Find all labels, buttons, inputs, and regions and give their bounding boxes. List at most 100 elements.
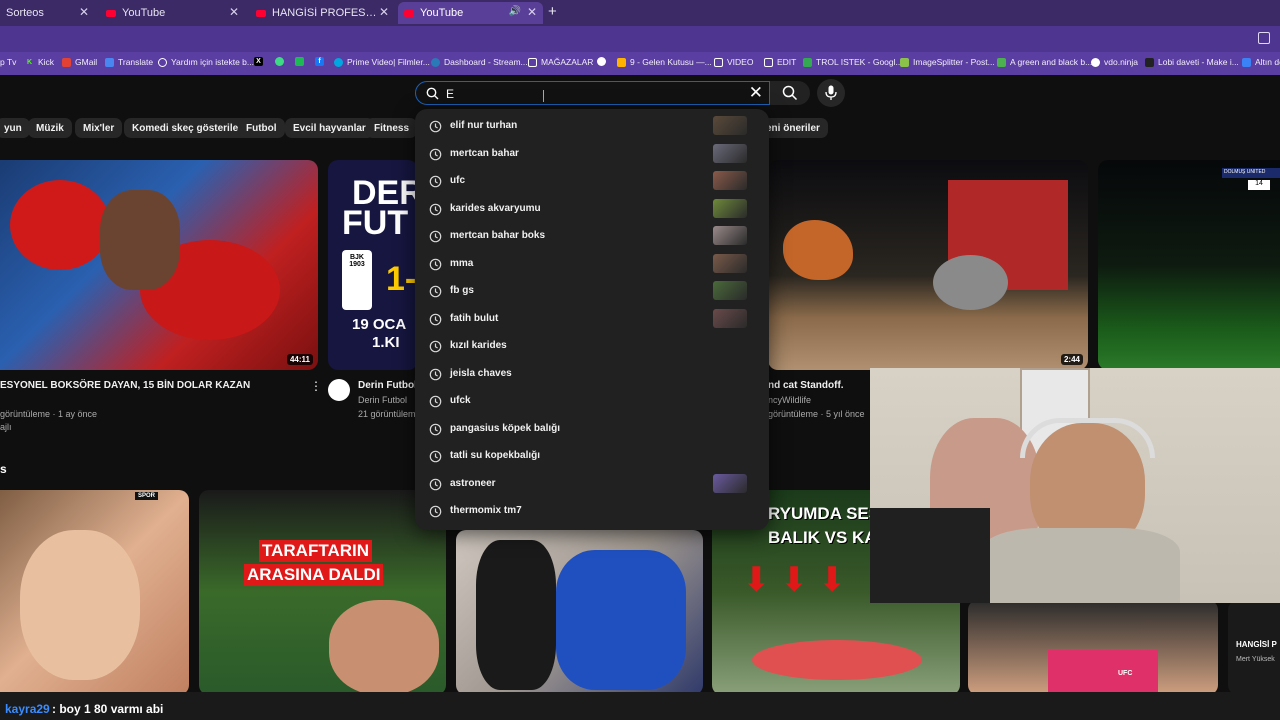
x-icon[interactable]: X (254, 57, 267, 66)
scoreboard-score: 14 (1248, 180, 1270, 190)
chip[interactable]: Evcil hayvanlar (285, 118, 374, 138)
facebook-icon[interactable]: f (315, 57, 328, 66)
bookmark-item[interactable]: TROL ISTEK - Googl... (803, 57, 903, 67)
search-suggestion-item[interactable]: pangasius köpek balığı (415, 416, 769, 443)
chip[interactable]: yun (0, 118, 30, 138)
short-thumbnail[interactable]: HANGİSİ P Mert Yüksek (1228, 600, 1280, 695)
search-input[interactable]: E ✕ (415, 81, 770, 105)
channel-avatar[interactable] (328, 379, 350, 401)
history-icon (429, 203, 442, 215)
chip[interactable]: Komedi skeç gösterileri (124, 118, 253, 138)
chip[interactable]: Fitness (366, 118, 418, 138)
short-thumbnail[interactable]: UFC (968, 600, 1218, 695)
face-shape (20, 530, 140, 680)
close-icon[interactable]: ✕ (79, 5, 89, 19)
android-icon[interactable] (275, 57, 288, 66)
bookmark-item[interactable]: p Tv (0, 57, 16, 67)
search-suggestion-item[interactable]: mma (415, 251, 769, 278)
search-suggestion-item[interactable]: ufc (415, 168, 769, 195)
chip[interactable]: Mix'ler (75, 118, 123, 138)
search-suggestion-item[interactable]: fatih bulut (415, 306, 769, 333)
tab-title: YouTube (420, 7, 464, 19)
search-suggestion-item[interactable]: ufck (415, 388, 769, 415)
tab-hangisi[interactable]: HANGİSİ PROFESYONEL FUTBO ✕ (250, 2, 395, 24)
speaker-icon[interactable]: 🔊 (509, 6, 521, 17)
short-thumbnail[interactable]: TARAFTARIN ARASINA DALDI (199, 490, 446, 695)
github-icon[interactable] (597, 57, 610, 66)
bookmark-label: Kick (38, 57, 55, 67)
bookmark-label: Dashboard - Stream... (444, 57, 528, 67)
bookmark-item[interactable]: GMail (62, 57, 97, 67)
bookmark-item[interactable]: VIDEO (714, 57, 753, 67)
bookmark-item[interactable]: K Kick (25, 57, 54, 67)
new-tab-button[interactable]: + (548, 3, 557, 20)
search-suggestion-item[interactable]: karides akvaryumu (415, 196, 769, 223)
search-icon (782, 85, 798, 101)
bookmark-item[interactable]: ImageSplitter - Post... (900, 57, 995, 67)
search-suggestion-item[interactable]: elif nur turhan (415, 113, 769, 140)
club-badge: BJK 1903 (342, 250, 372, 310)
tab-sorteos[interactable]: Sorteos ✕ (0, 2, 95, 24)
short-thumbnail[interactable] (456, 530, 703, 695)
bookmark-item[interactable]: Dashboard - Stream... (431, 57, 528, 67)
suggestion-text: jeisla chaves (450, 367, 512, 379)
bookmark-label: vdo.ninja (1104, 57, 1139, 67)
bookmark-item[interactable]: A green and black b... (997, 57, 1092, 67)
bookmark-item[interactable]: Prime Video| Filmler... (334, 57, 430, 67)
chip[interactable]: Futbol (238, 118, 285, 138)
more-options-icon[interactable]: ⋮ (310, 379, 322, 393)
tab-youtube-active[interactable]: YouTube 🔊 ✕ (398, 2, 543, 24)
video-thumbnail-fox-cat[interactable]: 2:44 (768, 160, 1088, 370)
bookmark-item[interactable]: Altın de (1242, 57, 1280, 67)
search-suggestion-item[interactable]: kızıl karides (415, 333, 769, 360)
search-suggestion-item[interactable]: jeisla chaves (415, 361, 769, 388)
sheets-icon (803, 57, 812, 67)
bookmark-item[interactable]: MAĞAZALAR (528, 57, 593, 67)
chip[interactable]: Müzik (28, 118, 72, 138)
video-title[interactable]: nd cat Standoff. (768, 380, 844, 391)
channel-name[interactable]: Derin Futbol (358, 395, 407, 405)
browser-toolbar (0, 26, 1280, 52)
search-button[interactable] (770, 81, 810, 105)
search-suggestion-item[interactable]: mertcan bahar (415, 141, 769, 168)
bookmark-label: Yardım için istekte b... (171, 57, 254, 67)
close-icon[interactable]: ✕ (229, 5, 239, 19)
lobby-icon (1145, 57, 1154, 67)
tab-youtube-1[interactable]: YouTube ✕ (100, 2, 245, 24)
bookmark-item[interactable]: Yardım için istekte b... (158, 57, 254, 67)
green-app-icon[interactable] (295, 57, 308, 66)
gmail-icon (62, 57, 71, 67)
thumbnail-text: Mert Yüksek (1236, 656, 1275, 663)
stream-icon (431, 57, 440, 67)
voice-search-button[interactable] (817, 79, 845, 107)
video-title[interactable]: Derin Futbol (358, 380, 417, 391)
search-suggestion-item[interactable]: mertcan bahar boks (415, 223, 769, 250)
bookmark-item[interactable]: Lobi daveti - Make i... (1145, 57, 1239, 67)
bookmark-item[interactable]: EDIT (764, 57, 796, 67)
close-icon[interactable]: ✕ (379, 5, 389, 19)
monitor-shape (870, 508, 990, 603)
youtube-icon (256, 9, 266, 17)
suggestion-text: thermomix tm7 (450, 505, 522, 516)
video-meta: ajlı (0, 422, 12, 432)
search-suggestion-item[interactable]: astroneer (415, 471, 769, 498)
video-thumbnail-football-night[interactable]: DOLMUŞ UNITED 14 (1098, 160, 1280, 370)
microphone-icon (825, 85, 837, 100)
suggestion-thumbnail (713, 171, 747, 190)
reading-mode-icon[interactable] (1258, 32, 1270, 44)
video-title[interactable]: ESYONEL BOKSÖRE DAYAN, 15 BİN DOLAR KAZA… (0, 380, 250, 391)
close-icon[interactable]: ✕ (527, 5, 537, 19)
short-thumbnail[interactable]: SPOR (0, 490, 189, 695)
channel-name[interactable]: ncyWildlife (768, 395, 811, 405)
clear-search-icon[interactable]: ✕ (749, 83, 763, 103)
thumbnail-text: UFC (1118, 670, 1133, 677)
search-suggestion-item[interactable]: fb gs (415, 278, 769, 305)
search-suggestion-item[interactable]: tatli su kopekbalığı (415, 443, 769, 470)
video-thumbnail-boxing[interactable]: 44:11 (0, 160, 318, 370)
history-icon (429, 395, 442, 408)
bookmark-item[interactable]: 9 - Gelen Kutusu —... (617, 57, 712, 67)
video-thumbnail-derin-futbol[interactable]: DER FUT BJK 1903 1- 19 OCA 1.KI (328, 160, 418, 370)
bookmark-item[interactable]: vdo.ninja (1091, 57, 1138, 67)
search-suggestion-item[interactable]: thermomix tm7 (415, 498, 769, 525)
bookmark-item[interactable]: Translate (105, 57, 153, 67)
